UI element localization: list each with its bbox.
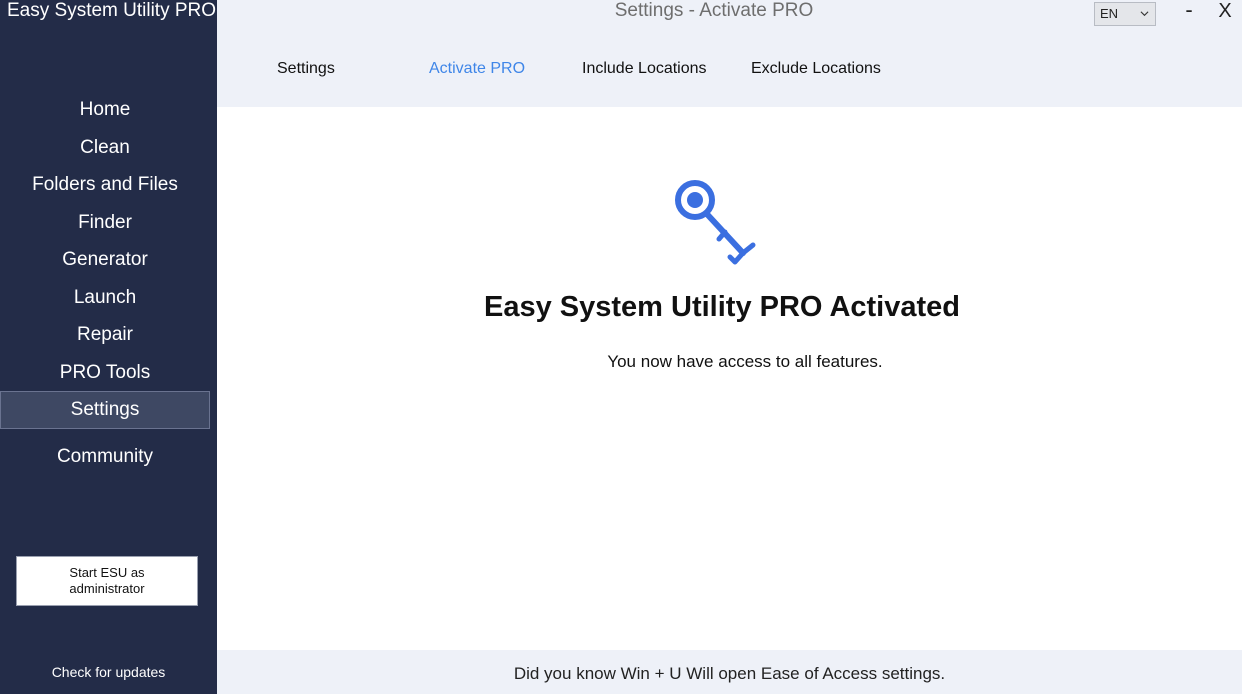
- tab-exclude-locations[interactable]: Exclude Locations: [751, 56, 881, 82]
- tab-include-locations[interactable]: Include Locations: [582, 56, 707, 82]
- sidebar-item-generator[interactable]: Generator: [0, 242, 210, 278]
- page-title: Easy System Utility PRO Activated: [484, 291, 960, 323]
- sidebar: Easy System Utility PRO Home Clean Folde…: [0, 0, 217, 694]
- activation-message: You now have access to all features.: [607, 352, 883, 371]
- start-as-administrator-label: Start ESU as administrator: [69, 565, 145, 596]
- sidebar-item-launch[interactable]: Launch: [0, 280, 210, 316]
- sidebar-item-community[interactable]: Community: [0, 439, 210, 475]
- sidebar-item-settings[interactable]: Settings: [0, 391, 210, 429]
- footer: Did you know Win + U Will open Ease of A…: [217, 650, 1242, 694]
- check-for-updates-link[interactable]: Check for updates: [0, 662, 217, 682]
- sidebar-item-repair[interactable]: Repair: [0, 317, 210, 353]
- sidebar-item-home[interactable]: Home: [0, 92, 210, 128]
- start-as-administrator-button[interactable]: Start ESU as administrator: [16, 556, 198, 606]
- tab-activate-pro[interactable]: Activate PRO: [429, 56, 525, 82]
- main-content: Easy System Utility PRO Activated You no…: [217, 107, 1242, 650]
- minimize-button[interactable]: -: [1177, 0, 1201, 24]
- app-title: Easy System Utility PRO: [7, 0, 217, 21]
- language-select[interactable]: EN: [1094, 2, 1156, 26]
- key-icon: [675, 180, 756, 265]
- close-button[interactable]: X: [1213, 0, 1237, 24]
- window-title: Settings - Activate PRO: [614, 0, 814, 21]
- tab-settings[interactable]: Settings: [277, 56, 335, 82]
- tip-text: Did you know Win + U Will open Ease of A…: [513, 664, 946, 683]
- sidebar-item-folders-and-files[interactable]: Folders and Files: [0, 167, 210, 203]
- sidebar-item-pro-tools[interactable]: PRO Tools: [0, 355, 210, 391]
- sidebar-item-clean[interactable]: Clean: [0, 130, 210, 166]
- chevron-down-icon: [1140, 11, 1149, 17]
- top-bar: Settings - Activate PRO EN - X Settings …: [217, 0, 1242, 107]
- sidebar-item-finder[interactable]: Finder: [0, 205, 210, 241]
- language-value: EN: [1100, 6, 1119, 21]
